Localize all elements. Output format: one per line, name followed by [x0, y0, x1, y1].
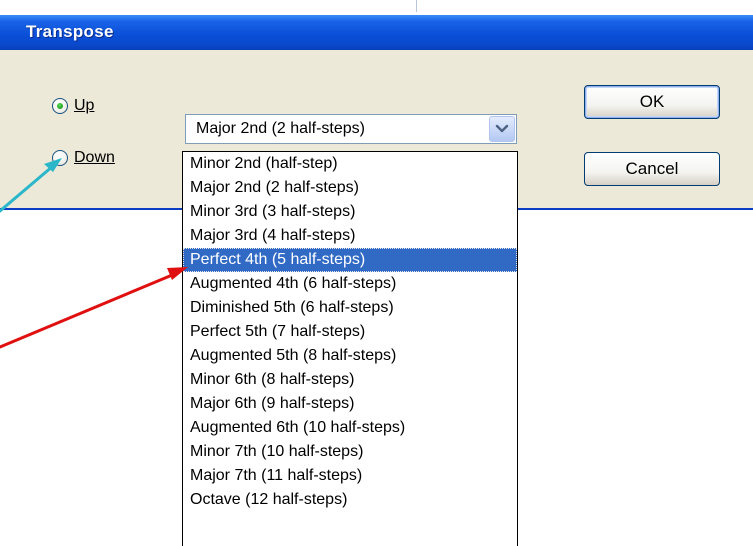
teal-arrow-icon	[0, 158, 62, 213]
screenshot-stage: Transpose Up Down OK Cancel Major 2nd (2…	[0, 0, 753, 546]
annotation-overlay	[0, 158, 188, 349]
red-arrow-icon	[0, 267, 188, 349]
